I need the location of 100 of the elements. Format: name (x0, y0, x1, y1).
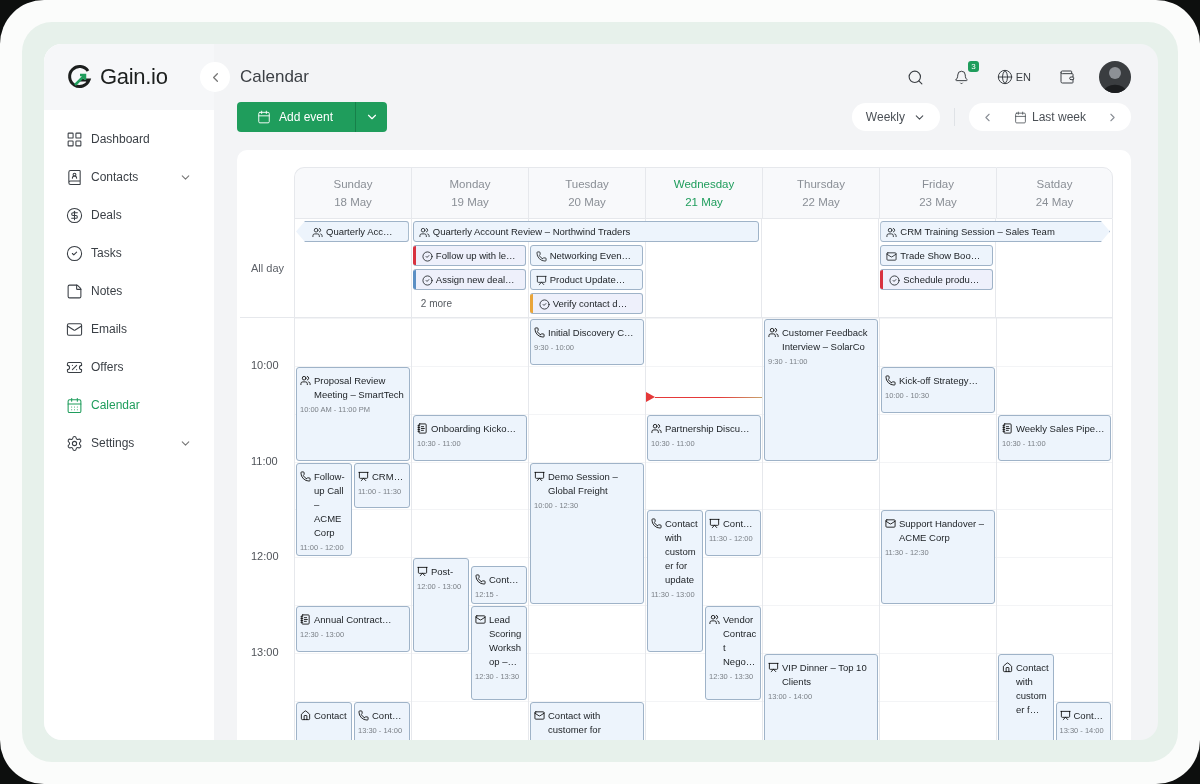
people-icon (768, 327, 779, 338)
avatar[interactable] (1099, 61, 1131, 93)
check-circle-icon (421, 250, 433, 262)
presentation-icon (768, 661, 779, 673)
house-icon (300, 709, 311, 721)
sidebar-item[interactable]: Emails (66, 316, 192, 342)
phone-icon (358, 709, 369, 721)
people-icon (312, 226, 323, 238)
day-header: Sunday 18 May (294, 167, 411, 219)
add-options-button[interactable] (355, 102, 388, 132)
dashboard-icon (66, 130, 83, 148)
event-title: Contact with customer f… (1016, 660, 1050, 717)
sidebar-item[interactable]: Deals (66, 202, 192, 228)
calendar-icon (257, 110, 271, 124)
event-title: Partnership Discu… (665, 421, 750, 436)
bell-icon (953, 69, 969, 85)
notepad-icon (300, 614, 311, 626)
event-title: Lead Scoring Workshop –… (489, 613, 523, 670)
sidebar-item[interactable]: Settings (66, 430, 192, 456)
mail-icon (885, 518, 896, 530)
sidebar-item[interactable]: Calendar (66, 392, 192, 418)
presentation-icon (534, 470, 545, 482)
event-title: Customer Feedback Interview – SolarCo (782, 326, 869, 354)
event-title: Demo Session – Global Freight (548, 469, 619, 498)
calendar-icon (1013, 110, 1027, 124)
hour-label: 11:00 (250, 454, 279, 469)
more-link[interactable]: 2 more (420, 293, 452, 314)
all-day-event[interactable]: CRM Training Session – Sales Team (880, 221, 1110, 242)
phone-icon (534, 327, 545, 338)
people-icon (709, 614, 720, 626)
event-title: Contact with customer for (548, 708, 602, 737)
event-title: Initial Discovery C… (548, 326, 634, 340)
presentation-icon (1059, 709, 1071, 721)
day-header: Satday 24 May (996, 167, 1113, 219)
hour-label: 12:00 (250, 550, 280, 565)
mail-icon (66, 320, 83, 338)
sidebar-item[interactable]: Tasks (66, 240, 192, 266)
presentation-icon (535, 274, 547, 286)
event-title: VIP Dinner – Top 10 Clients (782, 660, 868, 689)
event-card[interactable]: Contact (296, 701, 352, 740)
sidebar-item[interactable]: Notes (66, 278, 192, 304)
presentation-icon (358, 470, 369, 482)
event-title: Vendor Contract Nego… (723, 613, 757, 670)
calendar-icon (66, 396, 83, 414)
phone-icon (535, 250, 547, 262)
hour-label: 13:00 (250, 645, 280, 660)
people-icon (418, 226, 430, 238)
hour-label: 10:00 (250, 358, 280, 373)
check-circle-icon (66, 244, 83, 262)
sidebar-item[interactable]: Offers (66, 354, 192, 380)
event-title: Annual Contract… (314, 613, 392, 628)
event-title: CRM… (372, 469, 404, 484)
search-icon (906, 68, 924, 86)
brand-name: Gain.io (100, 64, 168, 90)
presentation-icon (417, 566, 428, 578)
all-day-event[interactable]: Follow up with le… (412, 245, 526, 266)
people-icon (886, 226, 898, 238)
logo-icon (66, 63, 94, 91)
all-day-event[interactable]: Assign new deal… (412, 269, 526, 290)
sidebar-item[interactable]: Dashboard (66, 126, 192, 152)
all-day-event[interactable]: Networking Even… (529, 245, 643, 266)
event-title: Follow-up Call – ACME Corp (314, 469, 346, 540)
sidebar-item[interactable]: Contacts (66, 164, 192, 190)
wallet-icon (1059, 69, 1075, 85)
notepad-icon (417, 422, 428, 434)
day-header: Thursday 22 May (762, 167, 879, 219)
all-day-event[interactable]: Schedule produ… (880, 269, 994, 290)
settings-icon (66, 434, 83, 452)
notification-badge: 3 (968, 60, 979, 72)
all-day-event[interactable]: Verify contact d… (529, 293, 643, 314)
day-header: Friday 23 May (879, 167, 996, 219)
event-title: Kick-off Strategy… (899, 373, 979, 388)
check-circle-icon (421, 274, 433, 286)
check-circle-icon (889, 274, 901, 286)
event-title: Cont… (489, 572, 519, 587)
dollar-icon (66, 206, 83, 224)
notepad-icon (1002, 422, 1013, 434)
event-title: Post- (431, 565, 454, 580)
event-title: Onboarding Kicko… (431, 421, 517, 436)
all-day-label: All day (250, 262, 285, 274)
day-header: Tuesday 20 May (528, 167, 645, 219)
globe-icon (996, 69, 1013, 85)
note-icon (66, 282, 83, 300)
people-icon (300, 374, 311, 386)
all-day-event[interactable]: Product Update… (529, 269, 643, 290)
mail-icon (475, 614, 486, 626)
view-select[interactable]: Weekly (851, 103, 940, 131)
all-day-event[interactable]: Quarterly Account Review – Northwind Traders (412, 221, 760, 242)
event-card[interactable]: Contact with customer for (530, 701, 644, 740)
all-day-event[interactable]: Trade Show Boo… (880, 245, 994, 266)
language-button[interactable]: EN (992, 65, 1035, 89)
mail-icon (534, 709, 545, 721)
event-title: Contact with customer for update (665, 517, 699, 588)
phone-icon (651, 518, 662, 530)
date-range-control[interactable]: Last week (968, 103, 1131, 131)
event-title: Weekly Sales Pipe… (1016, 421, 1105, 436)
event-card[interactable]: Contact with customer f… (998, 653, 1054, 740)
all-day-event[interactable]: Quarterly Acc… (296, 221, 409, 242)
people-icon (651, 422, 662, 434)
event-title: Contact (314, 708, 347, 723)
